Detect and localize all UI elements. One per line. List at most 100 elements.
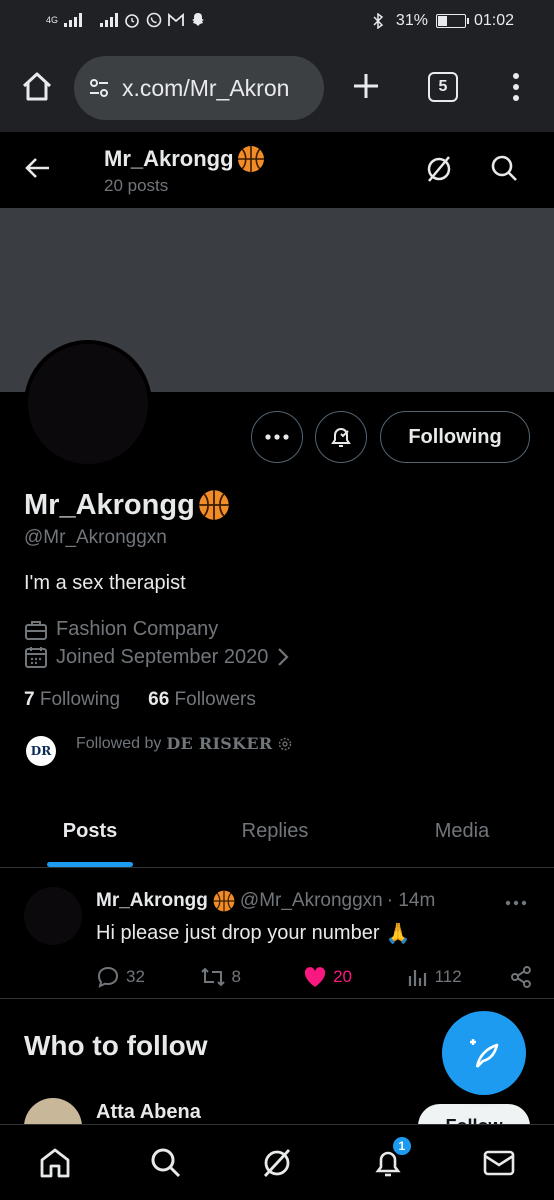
snapchat-icon: [192, 13, 205, 26]
praying-hands-icon: 🙏: [385, 923, 411, 945]
reply-count: 32: [126, 967, 145, 986]
repost-count: 8: [231, 967, 241, 986]
profile-avatar[interactable]: [24, 340, 152, 468]
briefcase-icon: [25, 620, 47, 640]
post-text: Hi please just drop your number 🙏: [96, 921, 410, 946]
basketball-icon: [213, 890, 235, 912]
who-to-follow-title: Who to follow: [24, 1030, 208, 1061]
whatsapp-icon: [146, 12, 162, 28]
tab-posts-label: Posts: [62, 820, 118, 842]
more-horizontal-icon: [265, 434, 289, 440]
suggestion-name[interactable]: Atta Abena: [96, 1101, 201, 1124]
like-button[interactable]: 20: [303, 966, 407, 988]
compose-feather-icon: [470, 1039, 499, 1068]
bluetooth-vibrate-icon: [373, 13, 384, 29]
active-tab-indicator: [47, 862, 133, 867]
grok-icon[interactable]: [424, 154, 454, 184]
post-actions: 32 8 20 112: [96, 965, 532, 989]
battery-level: [437, 16, 447, 26]
profile-category: Fashion Company: [24, 618, 218, 641]
views-icon: [408, 970, 426, 986]
header-name: Mr_Akrongg: [104, 146, 234, 171]
following-button[interactable]: Following: [380, 411, 530, 463]
followed-by-avatar[interactable]: DR: [26, 736, 56, 766]
header-posts-count: 20 posts: [104, 176, 169, 195]
profile-name-text: Mr_Akrongg: [24, 488, 195, 521]
search-icon: [151, 1148, 181, 1177]
back-arrow-icon[interactable]: [24, 154, 52, 182]
post-time: · 14m: [386, 890, 436, 911]
url-text[interactable]: x.com/Mr_Akron: [122, 75, 289, 102]
status-icons-left: 4G: [46, 12, 206, 28]
tab-replies[interactable]: Replies: [180, 796, 370, 867]
tab-switcher-button[interactable]: 5: [428, 72, 458, 102]
tab-count: 5: [438, 78, 448, 95]
alarm-icon: [125, 14, 139, 28]
more-options-button[interactable]: [251, 411, 303, 463]
reply-button[interactable]: 32: [96, 965, 200, 989]
repost-icon: [200, 967, 225, 987]
followed-by[interactable]: Followed by DE RISKER: [76, 734, 293, 753]
profile-category-text: Fashion Company: [56, 618, 219, 640]
nav-grok[interactable]: [247, 1133, 307, 1193]
mail-icon: [483, 1150, 514, 1175]
more-vert-icon[interactable]: [506, 70, 526, 104]
basketball-icon: [199, 490, 229, 520]
site-settings-icon[interactable]: [88, 77, 110, 99]
followers-stat[interactable]: 66 Followers: [148, 689, 256, 711]
views-count: 112: [434, 967, 462, 986]
calendar-icon: [25, 647, 47, 668]
repost-button[interactable]: 8: [200, 966, 304, 988]
share-icon[interactable]: [510, 966, 532, 988]
address-bar[interactable]: x.com/Mr_Akron: [74, 56, 324, 120]
basketball-icon: [237, 146, 264, 172]
browser-toolbar: x.com/Mr_Akron 5: [0, 44, 554, 132]
post-author-handle[interactable]: @Mr_Akronggxn: [240, 890, 383, 912]
profile-joined[interactable]: Joined September 2020: [24, 645, 290, 669]
following-stat[interactable]: 7 Following: [24, 689, 120, 711]
nav-messages[interactable]: [469, 1133, 529, 1193]
profile-tabs: Posts Replies Media: [0, 796, 554, 868]
views-button[interactable]: 112: [407, 966, 511, 988]
profile-bio: I'm a sex therapist: [24, 572, 186, 594]
nav-search[interactable]: [136, 1133, 196, 1193]
nav-notifications[interactable]: 1: [358, 1133, 418, 1193]
post-author-name[interactable]: Mr_Akrongg: [96, 890, 208, 912]
followers-label: Followers: [174, 689, 256, 710]
signal-2-icon: [100, 13, 119, 27]
like-count: 20: [333, 967, 352, 986]
signal-icon: [64, 13, 83, 27]
post-text-body: Hi please just drop your number: [96, 922, 380, 944]
new-tab-icon[interactable]: [350, 70, 382, 102]
status-bar: 4G 31% 01:02: [0, 0, 554, 44]
network-type: 4G: [46, 15, 59, 25]
nav-home[interactable]: [25, 1133, 85, 1193]
home-icon: [40, 1148, 70, 1177]
post-header: Mr_Akrongg @Mr_Akronggxn · 14m: [96, 889, 435, 913]
battery-icon: [435, 14, 469, 28]
follow-stats: 7 Following 66 Followers: [24, 689, 256, 711]
profile-display-name: Mr_Akrongg: [24, 488, 231, 522]
tab-media[interactable]: Media: [370, 796, 554, 867]
tab-posts[interactable]: Posts: [0, 796, 180, 867]
tab-replies-label: Replies: [241, 820, 309, 842]
bell-check-icon: [331, 428, 351, 447]
following-count: 7: [24, 689, 35, 710]
search-icon[interactable]: [490, 154, 518, 182]
following-label: Following: [39, 689, 121, 710]
profile-header: Mr_Akrongg 20 posts: [0, 132, 554, 208]
notification-badge: 1: [390, 1134, 413, 1157]
heart-filled-icon: [304, 967, 326, 987]
compose-post-button[interactable]: [442, 1011, 526, 1095]
followers-count: 66: [148, 689, 170, 710]
post-more-icon[interactable]: [504, 899, 528, 907]
notifications-subscribe-button[interactable]: [315, 411, 367, 463]
grok-icon: [263, 1148, 291, 1177]
home-icon[interactable]: [20, 70, 54, 104]
post-avatar[interactable]: [24, 887, 82, 945]
tab-media-label: Media: [434, 820, 490, 842]
followed-by-prefix: Followed by: [76, 734, 162, 752]
status-icons-right: 31% 01:02: [368, 12, 514, 30]
post-item[interactable]: Mr_Akrongg @Mr_Akronggxn · 14m Hi please…: [0, 869, 554, 999]
clock: 01:02: [473, 12, 514, 29]
